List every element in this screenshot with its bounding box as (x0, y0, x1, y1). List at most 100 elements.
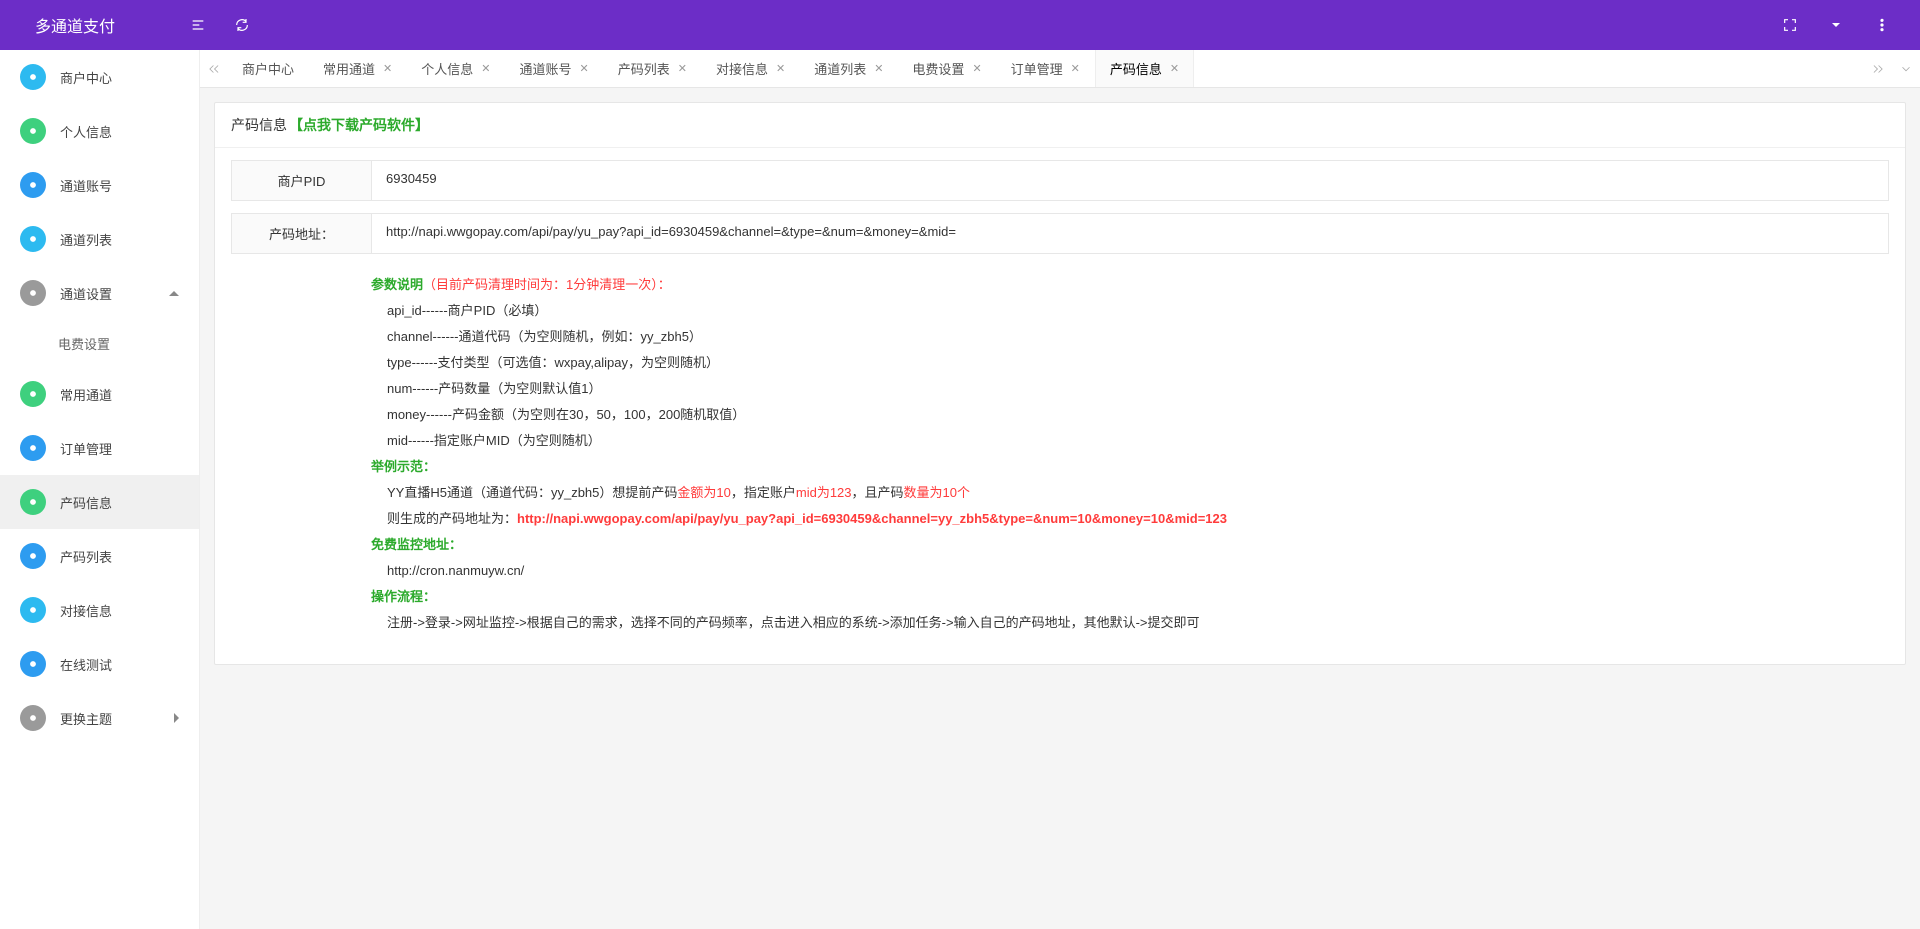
tab-close-icon[interactable]: ✕ (678, 62, 687, 75)
main-area: 商户中心常用通道✕个人信息✕通道账号✕产码列表✕对接信息✕通道列表✕电费设置✕订… (200, 50, 1920, 929)
tab-4[interactable]: 产码列表✕ (604, 50, 702, 87)
sidebar-item-5[interactable]: 常用通道 (0, 367, 199, 421)
chevron-right-icon (174, 713, 179, 723)
tab-1[interactable]: 常用通道✕ (309, 50, 407, 87)
sidebar-icon (20, 172, 46, 198)
value-merchant-pid: 6930459 (372, 161, 1888, 200)
param-line-4: money------产码金额（为空则在30，50，100，200随机取值） (371, 402, 1889, 428)
refresh-icon[interactable] (234, 17, 250, 33)
tab-6[interactable]: 通道列表 ✕ (800, 50, 898, 87)
sidebar-item-label: 订单管理 (60, 439, 112, 458)
example-qty-pre: ，且产码 (852, 485, 904, 500)
dropdown-caret-icon[interactable] (1828, 17, 1844, 33)
sidebar-item-7[interactable]: 产码信息 (0, 475, 199, 529)
tab-label: 个人信息 (421, 59, 473, 78)
tab-9[interactable]: 产码信息 ✕ (1095, 50, 1194, 87)
param-line-3: num------产码数量（为空则默认值1） (371, 376, 1889, 402)
tab-close-icon[interactable]: ✕ (580, 62, 589, 75)
tab-label: 商户中心 (242, 59, 294, 78)
op-steps: 注册->登录->网址监控->根据自己的需求，选择不同的产码频率，点击进入相应的系… (371, 610, 1889, 636)
sidebar-icon (20, 489, 46, 515)
sidebar-item-label: 产码信息 (60, 493, 112, 512)
sidebar-item-label: 常用通道 (60, 385, 112, 404)
panel-title: 产码信息 (231, 115, 287, 135)
sidebar-icon (20, 226, 46, 252)
tab-label: 产码信息 (1110, 59, 1162, 78)
panel-body: 商户PID 6930459 产码地址： http://napi.wwgopay.… (215, 148, 1905, 664)
param-note: （目前产码清理时间为：1分钟清理一次）： (423, 277, 671, 292)
sidebar: 商户中心个人信息通道账号通道列表通道设置电费设置常用通道订单管理产码信息产码列表… (0, 50, 200, 929)
monitor-url: http://cron.nanmuyw.cn/ (371, 558, 1889, 584)
content-scroll: 产码信息 【点我下载产码软件】 商户PID 6930459 产码地址： http… (200, 88, 1920, 929)
sidebar-item-label: 通道设置 (60, 284, 112, 303)
monitor-title: 免费监控地址： (371, 537, 462, 552)
top-header: 多通道支付 (0, 0, 1920, 50)
tab-bar: 商户中心常用通道✕个人信息✕通道账号✕产码列表✕对接信息✕通道列表✕电费设置✕订… (200, 50, 1920, 88)
more-icon[interactable] (1874, 17, 1890, 33)
sidebar-item-0[interactable]: 商户中心 (0, 50, 199, 104)
label-merchant-pid: 商户PID (232, 161, 372, 200)
tab-scroll-right-icon[interactable] (1864, 50, 1892, 87)
row-code-url: 产码地址： http://napi.wwgopay.com/api/pay/yu… (231, 213, 1889, 254)
param-title: 参数说明 (371, 277, 423, 292)
sidebar-item-2[interactable]: 通道账号 (0, 158, 199, 212)
tab-label: 通道列表 (814, 59, 866, 78)
sidebar-icon (20, 280, 46, 306)
download-software-link[interactable]: 【点我下载产码软件】 (289, 115, 429, 135)
generated-prefix: 则生成的产码地址为： (387, 511, 517, 526)
example-mid: mid为123 (796, 485, 852, 500)
menu-toggle-icon[interactable] (190, 17, 206, 33)
sidebar-icon (20, 435, 46, 461)
sidebar-icon (20, 651, 46, 677)
tab-close-icon[interactable]: ✕ (776, 62, 785, 75)
chevron-up-icon (169, 291, 179, 296)
tab-label: 电费设置 (912, 59, 964, 78)
sidebar-subitem-label: 电费设置 (58, 334, 110, 353)
sidebar-icon (20, 381, 46, 407)
sidebar-item-10[interactable]: 在线测试 (0, 637, 199, 691)
sidebar-item-1[interactable]: 个人信息 (0, 104, 199, 158)
example-amount: 金额为10 (677, 485, 730, 500)
param-line-5: mid------指定账户MID（为空则随机） (371, 428, 1889, 454)
sidebar-item-11[interactable]: 更换主题 (0, 691, 199, 745)
generated-url: http://napi.wwgopay.com/api/pay/yu_pay?a… (517, 511, 1227, 526)
tab-close-icon[interactable]: ✕ (972, 62, 981, 75)
tab-0[interactable]: 商户中心 (228, 50, 309, 87)
tab-2[interactable]: 个人信息 ✕ (407, 50, 505, 87)
tab-scroll-left-icon[interactable] (200, 50, 228, 87)
sidebar-item-6[interactable]: 订单管理 (0, 421, 199, 475)
tab-3[interactable]: 通道账号 ✕ (505, 50, 603, 87)
header-right-actions (1782, 17, 1900, 33)
sidebar-subitem-4-0[interactable]: 电费设置 (0, 320, 199, 367)
sidebar-item-label: 对接信息 (60, 601, 112, 620)
sidebar-item-label: 更换主题 (60, 709, 112, 728)
tab-menu-icon[interactable] (1892, 50, 1920, 87)
value-code-url: http://napi.wwgopay.com/api/pay/yu_pay?a… (372, 214, 1888, 253)
sidebar-item-label: 在线测试 (60, 655, 112, 674)
sidebar-item-8[interactable]: 产码列表 (0, 529, 199, 583)
tab-label: 通道账号 (519, 59, 571, 78)
tab-7[interactable]: 电费设置 ✕ (898, 50, 996, 87)
sidebar-item-4[interactable]: 通道设置 (0, 266, 199, 320)
row-merchant-pid: 商户PID 6930459 (231, 160, 1889, 201)
sidebar-item-label: 通道账号 (60, 176, 112, 195)
sidebar-icon (20, 118, 46, 144)
fullscreen-icon[interactable] (1782, 17, 1798, 33)
tab-close-icon[interactable]: ✕ (874, 62, 883, 75)
tab-close-icon[interactable]: ✕ (1170, 62, 1179, 75)
tab-close-icon[interactable]: ✕ (383, 62, 392, 75)
panel: 产码信息 【点我下载产码软件】 商户PID 6930459 产码地址： http… (214, 102, 1906, 665)
tab-close-icon[interactable]: ✕ (1071, 62, 1080, 75)
description-block: 参数说明（目前产码清理时间为：1分钟清理一次）： api_id------商户P… (231, 272, 1889, 636)
tab-5[interactable]: 对接信息 ✕ (702, 50, 800, 87)
sidebar-icon (20, 705, 46, 731)
tab-8[interactable]: 订单管理✕ (997, 50, 1095, 87)
tab-label: 对接信息 (716, 59, 768, 78)
param-line-0: api_id------商户PID（必填） (371, 298, 1889, 324)
sidebar-icon (20, 597, 46, 623)
sidebar-item-label: 通道列表 (60, 230, 112, 249)
sidebar-item-3[interactable]: 通道列表 (0, 212, 199, 266)
sidebar-item-9[interactable]: 对接信息 (0, 583, 199, 637)
tab-close-icon[interactable]: ✕ (481, 62, 490, 75)
label-code-url: 产码地址： (232, 214, 372, 253)
